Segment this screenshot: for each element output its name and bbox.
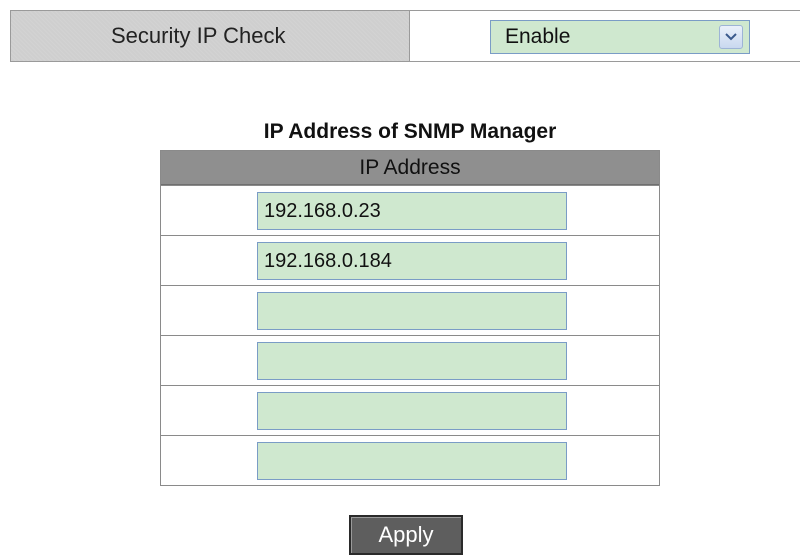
ip-address-table: IP Address — [160, 150, 660, 486]
table-row — [161, 185, 659, 235]
table-row — [161, 335, 659, 385]
section-title: IP Address of SNMP Manager — [263, 120, 557, 143]
apply-button[interactable]: Apply — [349, 515, 463, 555]
ip-address-field-6[interactable] — [257, 442, 567, 480]
table-row — [161, 235, 659, 285]
ip-address-field-4[interactable] — [257, 342, 567, 380]
ip-address-field-5[interactable] — [257, 392, 567, 430]
ip-address-field-1[interactable] — [257, 192, 567, 230]
security-ip-check-cell: Enable — [410, 11, 800, 61]
snmp-security-page: Security IP Check Enable IP Address of S… — [0, 0, 800, 558]
security-ip-check-select[interactable]: Enable — [490, 20, 750, 54]
security-ip-check-row: Security IP Check Enable — [10, 10, 800, 62]
chevron-down-icon[interactable] — [719, 25, 743, 49]
column-header-ip-address: IP Address — [161, 151, 659, 185]
table-row — [161, 385, 659, 435]
select-value: Enable — [505, 25, 571, 48]
table-row — [161, 285, 659, 335]
security-ip-check-label: Security IP Check — [10, 11, 410, 61]
table-row — [161, 435, 659, 485]
ip-address-field-2[interactable] — [257, 242, 567, 280]
ip-address-field-3[interactable] — [257, 292, 567, 330]
